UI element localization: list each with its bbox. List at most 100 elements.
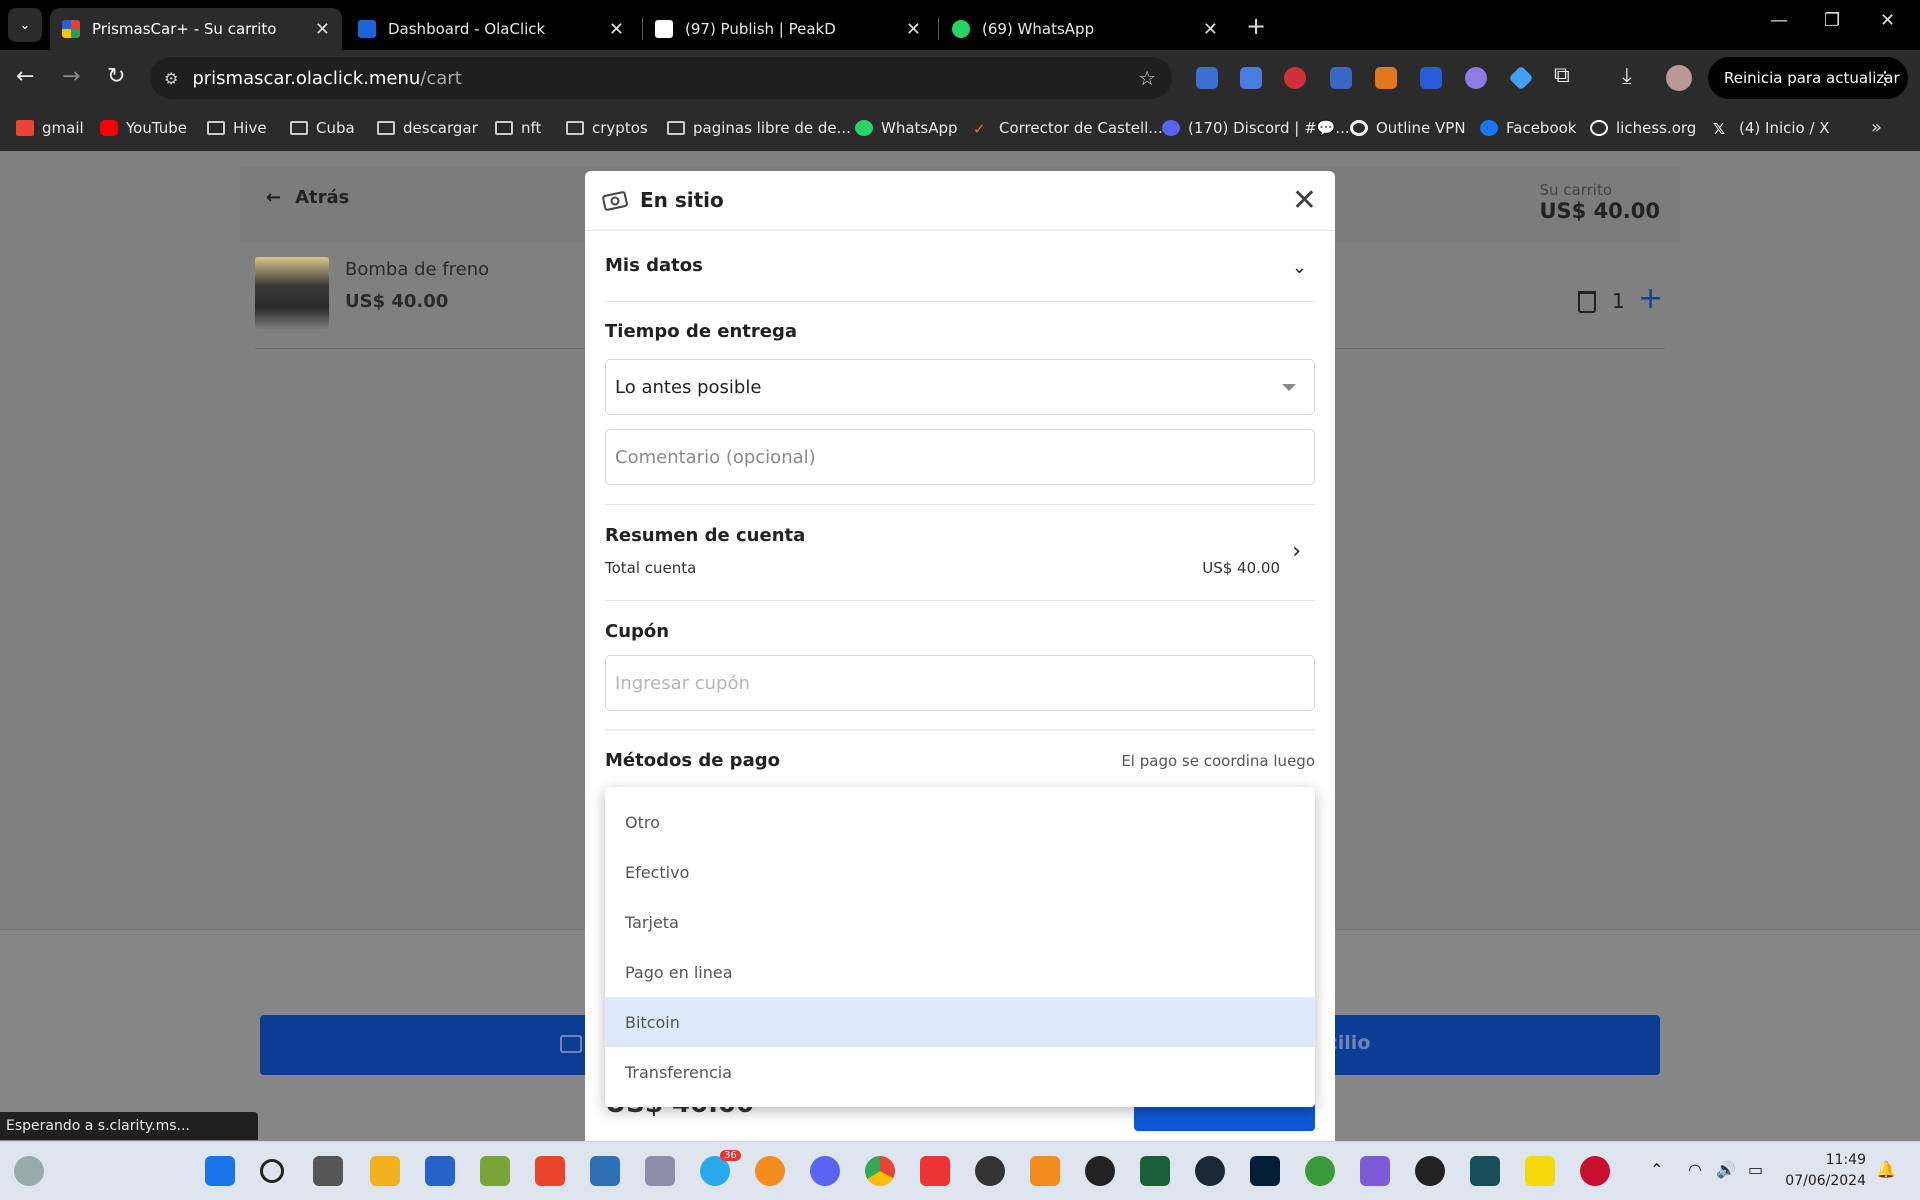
bookmark-cryptos[interactable]: cryptos bbox=[566, 119, 648, 137]
extensions-puzzle-icon[interactable]: ⧉ bbox=[1554, 63, 1570, 88]
coupon-input[interactable]: Ingresar cupón bbox=[605, 655, 1315, 711]
close-tab-icon[interactable]: ✕ bbox=[609, 19, 624, 40]
close-window-icon[interactable]: ✕ bbox=[1880, 10, 1895, 31]
close-icon[interactable]: ✕ bbox=[1292, 183, 1317, 218]
obs-icon[interactable] bbox=[975, 1156, 1005, 1186]
app-icon[interactable] bbox=[480, 1156, 510, 1186]
plus-icon[interactable]: + bbox=[1638, 281, 1663, 316]
tab-whatsapp[interactable]: (69) WhatsApp ✕ bbox=[940, 8, 1230, 50]
bookmark-whatsapp[interactable]: WhatsApp bbox=[855, 119, 958, 137]
steam-icon[interactable] bbox=[1195, 1156, 1225, 1186]
address-bar[interactable]: ⚙ prismascar.olaclick.menu/cart ☆ bbox=[150, 57, 1172, 99]
discord-icon[interactable] bbox=[810, 1156, 840, 1186]
close-tab-icon[interactable]: ✕ bbox=[906, 19, 921, 40]
app-icon[interactable] bbox=[1085, 1156, 1115, 1186]
payment-option-otro[interactable]: Otro bbox=[605, 797, 1315, 847]
extension-icon[interactable] bbox=[1284, 67, 1306, 89]
reload-icon[interactable]: ↻ bbox=[107, 64, 125, 89]
widgets-icon[interactable] bbox=[14, 1156, 44, 1186]
new-tab-icon[interactable]: + bbox=[1246, 12, 1266, 40]
payment-option-bitcoin[interactable]: Bitcoin bbox=[605, 997, 1315, 1047]
comment-input[interactable]: Comentario (opcional) bbox=[605, 429, 1315, 485]
payment-option-pago-en-linea[interactable]: Pago en linea bbox=[605, 947, 1315, 997]
back-arrow-icon: ← bbox=[266, 187, 282, 208]
chevron-down-icon[interactable]: ⌄ bbox=[1292, 257, 1307, 278]
mis-datos-header[interactable]: Mis datos bbox=[605, 255, 703, 276]
delivery-time-select[interactable]: Lo antes posible bbox=[605, 359, 1315, 415]
download-icon[interactable]: ⤓ bbox=[1622, 64, 1632, 89]
site-info-icon[interactable]: ⚙ bbox=[164, 69, 178, 88]
tab-olaclick[interactable]: Dashboard - OlaClick ✕ bbox=[346, 8, 636, 50]
bookmark-facebook[interactable]: Facebook bbox=[1480, 119, 1576, 137]
tab-peakd[interactable]: (97) Publish | PeakD ✕ bbox=[643, 8, 933, 50]
app-icon[interactable] bbox=[920, 1156, 950, 1186]
file-explorer-icon[interactable] bbox=[370, 1156, 400, 1186]
tab-prismascar[interactable]: PrismasCar+ - Su carrito ✕ bbox=[50, 8, 342, 50]
app-icon[interactable] bbox=[1470, 1156, 1500, 1186]
app-icon[interactable] bbox=[1525, 1156, 1555, 1186]
close-tab-icon[interactable]: ✕ bbox=[315, 19, 330, 40]
volume-icon[interactable]: 🔊 bbox=[1716, 1160, 1736, 1179]
battery-icon[interactable]: ▭ bbox=[1748, 1160, 1763, 1179]
app-icon[interactable] bbox=[1140, 1156, 1170, 1186]
bookmark-hive[interactable]: Hive bbox=[207, 119, 267, 137]
wifi-icon[interactable]: ◠ bbox=[1688, 1160, 1702, 1179]
bookmark-gmail[interactable]: gmail bbox=[16, 119, 84, 137]
account-summary-header[interactable]: Resumen de cuenta bbox=[605, 525, 805, 546]
clock[interactable]: 11:49 07/06/2024 bbox=[1785, 1150, 1866, 1192]
forward-arrow-icon[interactable]: → bbox=[62, 64, 80, 89]
metamask-icon[interactable] bbox=[1375, 67, 1397, 89]
app-icon[interactable] bbox=[1360, 1156, 1390, 1186]
extension-icon[interactable] bbox=[1330, 67, 1352, 89]
chrome-icon[interactable] bbox=[865, 1156, 895, 1186]
bookmark-youtube[interactable]: YouTube bbox=[100, 119, 187, 137]
app-icon[interactable] bbox=[535, 1156, 565, 1186]
task-view-icon[interactable] bbox=[313, 1156, 343, 1186]
app-icon[interactable] bbox=[755, 1156, 785, 1186]
payment-option-transferencia[interactable]: Transferencia bbox=[605, 1047, 1315, 1097]
vlc-icon[interactable] bbox=[1030, 1156, 1060, 1186]
extension-icon[interactable] bbox=[1420, 67, 1442, 89]
start-icon[interactable] bbox=[205, 1156, 235, 1186]
app-icon[interactable] bbox=[1415, 1156, 1445, 1186]
payment-option-efectivo[interactable]: Efectivo bbox=[605, 847, 1315, 897]
back-arrow-icon[interactable]: ← bbox=[16, 64, 34, 89]
bookmark-outline[interactable]: Outline VPN bbox=[1350, 119, 1466, 137]
extension-icon[interactable] bbox=[1508, 65, 1534, 91]
update-button[interactable]: Reinicia para actualizar ⋮ bbox=[1708, 57, 1908, 99]
more-bookmarks-icon[interactable]: » bbox=[1871, 117, 1882, 138]
chevron-right-icon[interactable]: › bbox=[1292, 539, 1301, 564]
bookmark-cuba[interactable]: Cuba bbox=[290, 119, 355, 137]
app-icon[interactable] bbox=[1305, 1156, 1335, 1186]
search-icon[interactable] bbox=[260, 1159, 284, 1183]
bookmark-x[interactable]: 𝕏 (4) Inicio / X bbox=[1713, 119, 1830, 138]
extension-icon[interactable] bbox=[1465, 67, 1487, 89]
trash-icon[interactable] bbox=[1578, 291, 1596, 313]
avatar[interactable] bbox=[1666, 65, 1692, 91]
bookmark-paginas[interactable]: paginas libre de de... bbox=[667, 119, 851, 137]
bookmark-lichess[interactable]: lichess.org bbox=[1590, 119, 1696, 137]
taskbar: 36 ⌃ ◠ 🔊 ▭ 11:49 07/06/2024 🔔 bbox=[0, 1141, 1920, 1200]
folder-icon bbox=[290, 121, 308, 135]
translate-extension-icon[interactable] bbox=[1240, 67, 1262, 89]
bookmark-corrector[interactable]: ✓ Corrector de Castell... bbox=[973, 119, 1163, 138]
bookmark-nft[interactable]: nft bbox=[495, 119, 541, 137]
tab-search-button[interactable]: ⌄ bbox=[8, 8, 42, 42]
notification-bell-icon[interactable]: 🔔 bbox=[1876, 1160, 1896, 1179]
back-link[interactable]: ← Atrás bbox=[266, 187, 349, 208]
app-icon[interactable] bbox=[645, 1156, 675, 1186]
restore-icon[interactable]: ❐ bbox=[1824, 10, 1840, 31]
payment-option-tarjeta[interactable]: Tarjeta bbox=[605, 897, 1315, 947]
photoshop-icon[interactable] bbox=[1250, 1156, 1280, 1186]
extension-icon[interactable] bbox=[1196, 67, 1218, 89]
tray-chevron-icon[interactable]: ⌃ bbox=[1650, 1160, 1663, 1179]
close-tab-icon[interactable]: ✕ bbox=[1203, 19, 1218, 40]
app-icon[interactable] bbox=[590, 1156, 620, 1186]
store-icon[interactable] bbox=[425, 1156, 455, 1186]
more-menu-icon[interactable]: ⋮ bbox=[1876, 68, 1894, 89]
bookmark-star-icon[interactable]: ☆ bbox=[1138, 66, 1156, 90]
app-icon[interactable] bbox=[1580, 1156, 1610, 1186]
bookmark-discord[interactable]: (170) Discord | #💬... bbox=[1162, 119, 1350, 137]
minimize-icon[interactable]: — bbox=[1770, 10, 1788, 31]
bookmark-descargar[interactable]: descargar bbox=[377, 119, 478, 137]
